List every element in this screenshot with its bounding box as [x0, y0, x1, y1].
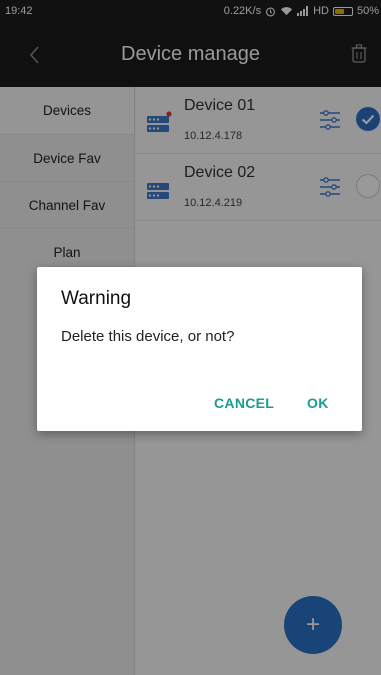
ok-button[interactable]: OK — [307, 395, 329, 411]
dialog-title: Warning — [61, 288, 132, 309]
dialog-message: Delete this device, or not? — [61, 328, 235, 345]
warning-dialog: Warning Delete this device, or not? CANC… — [37, 267, 362, 431]
cancel-button[interactable]: CANCEL — [214, 395, 274, 411]
device-manage-screen: 19:42 0.22K/s HD 50% Device manage Devic… — [0, 0, 381, 675]
